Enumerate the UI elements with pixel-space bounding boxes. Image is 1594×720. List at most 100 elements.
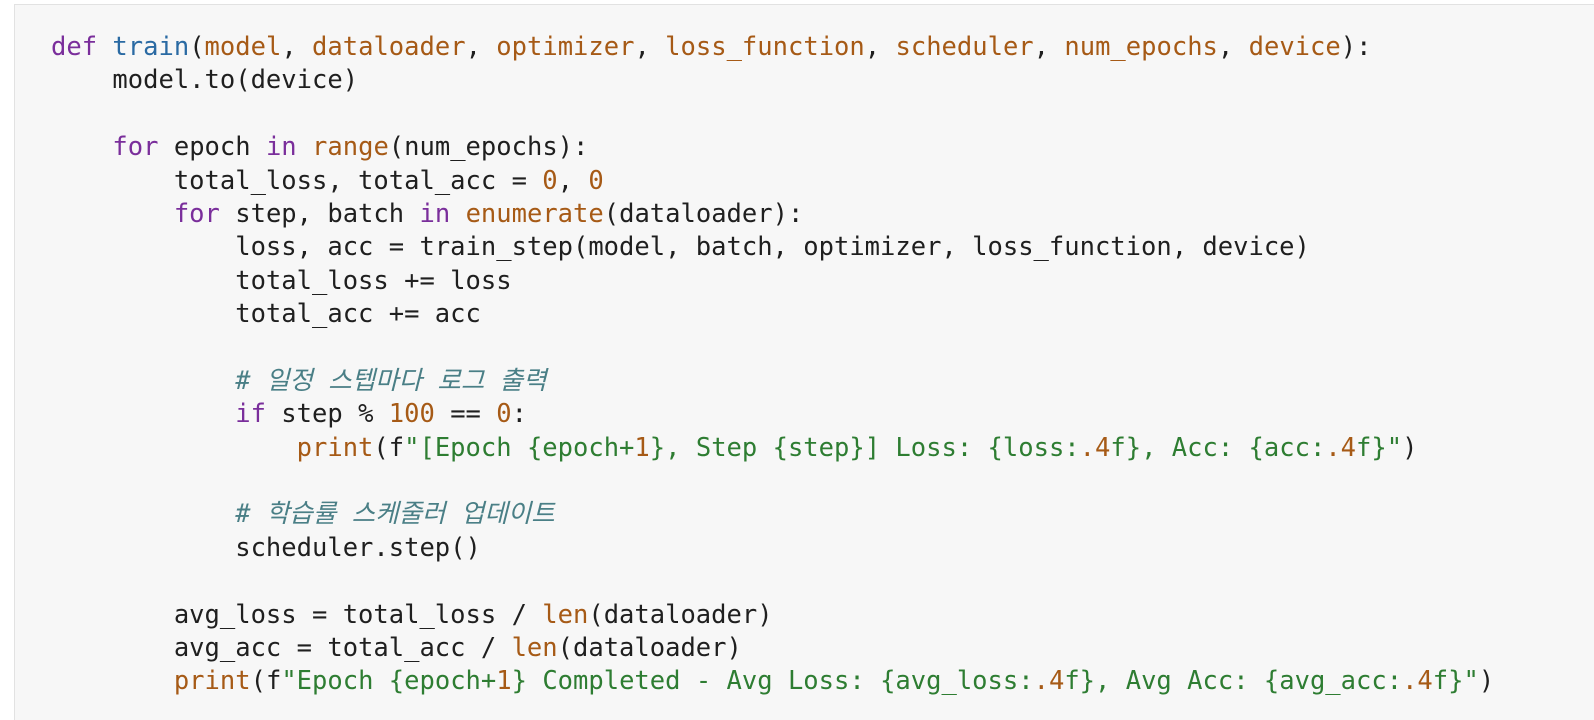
keyword: in [265, 132, 297, 163]
code-line-15: # 학습률 스케줄러 업데이트 [51, 498, 1494, 531]
number: .4 [1325, 432, 1357, 463]
token: ) [1402, 432, 1418, 463]
code-line-13: print(f"[Epoch {epoch+1}, Step {step}] L… [51, 432, 1494, 465]
token: total_acc += acc [51, 299, 481, 330]
param: loss_function [665, 32, 865, 62]
comment: # 일정 스텝마다 로그 출력 [235, 365, 547, 396]
token: step % [265, 399, 389, 430]
builtin: enumerate [465, 198, 604, 229]
token: , [864, 32, 896, 62]
token: (f [373, 432, 405, 463]
token: , [634, 32, 666, 62]
code-line-11: # 일정 스텝마다 로그 출력 [51, 365, 1494, 398]
code-line-18: avg_loss = total_loss / len(dataloader) [51, 599, 1494, 632]
token: step, batch [219, 198, 420, 229]
token: : [511, 399, 527, 430]
string: f}" [1356, 432, 1403, 463]
string: }, Step {step}] Loss: {loss: [649, 432, 1080, 463]
token: , [1217, 32, 1249, 62]
code-block: def train(model, dataloader, optimizer, … [51, 31, 1494, 699]
token: , [1033, 32, 1065, 62]
number: 0 [542, 165, 558, 196]
token: def [51, 32, 98, 62]
code-line-7: loss, acc = train_step(model, batch, opt… [51, 231, 1494, 264]
token: (dataloader) [557, 633, 742, 664]
token: total_loss += loss [51, 265, 512, 296]
code-line-16: scheduler.step() [51, 532, 1494, 565]
code-line-9: total_acc += acc [51, 298, 1494, 331]
token: avg_loss = total_loss / [51, 599, 543, 630]
builtin: len [542, 599, 589, 630]
keyword: if [235, 399, 266, 430]
keyword: in [419, 198, 451, 229]
param: optimizer [496, 32, 635, 62]
token: ) [1478, 666, 1495, 697]
keyword: for [112, 132, 159, 163]
string: f}, Avg Acc: {avg_acc: [1064, 666, 1403, 697]
code-line-20: print(f"Epoch {epoch+1} Completed - Avg … [51, 665, 1494, 698]
token: (dataloader) [588, 599, 773, 630]
builtin: print [173, 666, 251, 697]
param: dataloader [312, 32, 466, 62]
token: , [281, 32, 313, 62]
token: ( [189, 32, 205, 62]
code-cell: def train(model, dataloader, optimizer, … [14, 4, 1594, 720]
number: 1 [496, 666, 512, 697]
code-line-5: total_loss, total_acc = 0, 0 [51, 165, 1494, 198]
string: "Epoch {epoch+ [281, 666, 497, 697]
keyword: for [173, 198, 220, 229]
number: .4 [1033, 666, 1065, 697]
token: total_loss, total_acc = [51, 165, 543, 196]
function-name: train [112, 32, 190, 62]
code-line-2: model.to(device) [51, 64, 1494, 97]
number: 0 [496, 399, 512, 430]
builtin: range [312, 132, 389, 163]
string: f}, Acc: {acc: [1110, 432, 1326, 463]
token: scheduler.step() [51, 532, 481, 563]
code-line-12: if step % 100 == 0: [51, 398, 1494, 431]
number: .4 [1402, 666, 1433, 697]
token: avg_acc = total_acc / [51, 633, 512, 664]
string: f}" [1432, 666, 1479, 697]
token: model.to(device) [51, 65, 359, 96]
token: == [434, 399, 497, 430]
code-line-8: total_loss += loss [51, 265, 1494, 298]
number: .4 [1079, 432, 1111, 463]
token: (dataloader): [603, 198, 804, 229]
token: loss, acc = train_step(model, batch, opt… [51, 232, 1310, 263]
param: device [1248, 32, 1341, 62]
code-line-4: for epoch in range(num_epochs): [51, 131, 1494, 164]
param: num_epochs [1064, 32, 1218, 62]
number: 0 [588, 165, 604, 196]
comment: # 학습률 스케줄러 업데이트 [235, 499, 555, 530]
string: } Completed - Avg Loss: {avg_loss: [511, 666, 1034, 697]
param: model [204, 32, 282, 62]
token: (f [250, 666, 282, 697]
code-line-1: def train(model, dataloader, optimizer, … [51, 31, 1494, 64]
code-line-6: for step, batch in enumerate(dataloader)… [51, 198, 1494, 231]
code-line-19: avg_acc = total_acc / len(dataloader) [51, 632, 1494, 665]
number: 1 [634, 432, 650, 463]
builtin: print [296, 432, 374, 463]
builtin: len [511, 633, 558, 664]
number: 100 [388, 399, 435, 430]
token: , [557, 165, 589, 196]
token: ): [1340, 32, 1372, 62]
token: , [465, 32, 497, 62]
token: epoch [158, 132, 266, 163]
string: "[Epoch {epoch+ [404, 432, 635, 463]
